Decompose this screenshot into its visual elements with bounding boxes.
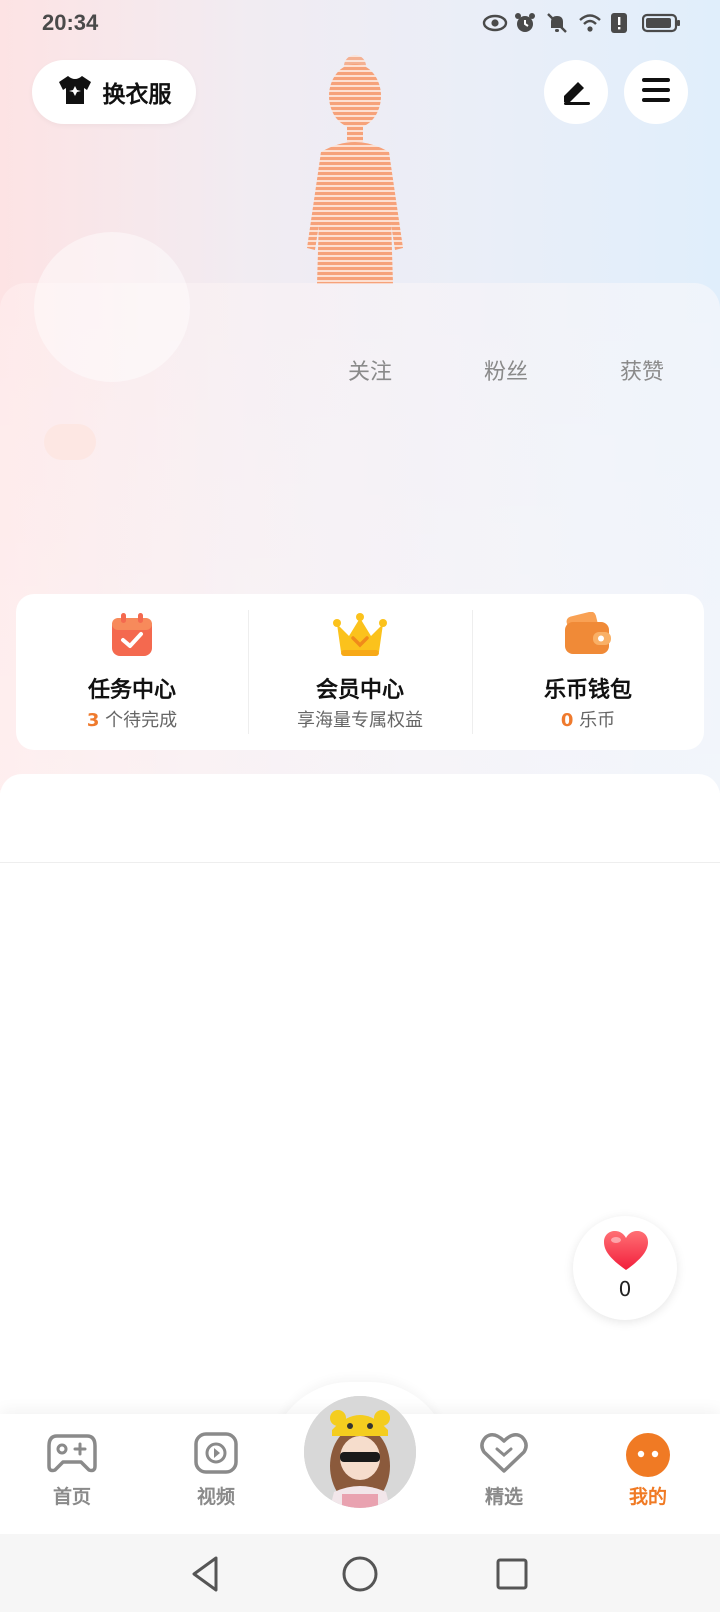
- like-button[interactable]: 0: [573, 1216, 677, 1320]
- wallet-item[interactable]: 乐币钱包 0 乐币: [472, 594, 704, 750]
- tshirt-icon: [57, 74, 93, 110]
- change-outfit-label: 换衣服: [102, 82, 172, 108]
- play-icon: [194, 1432, 238, 1478]
- task-center-title: 任务中心: [87, 678, 176, 703]
- stat-following[interactable]: 关注: [348, 354, 392, 386]
- vip-center-title: 会员中心: [315, 678, 404, 703]
- calendar-check-icon: [110, 612, 154, 662]
- task-center-item[interactable]: 任务中心 3 个待完成: [16, 594, 248, 750]
- tab-home[interactable]: 首页: [22, 1414, 122, 1534]
- alarm-icon: [514, 12, 538, 34]
- vip-center-item[interactable]: 会员中心 享海量专属权益: [248, 594, 472, 750]
- center-avatar-button[interactable]: [304, 1396, 416, 1508]
- mute-bell-icon: [546, 12, 570, 34]
- like-count: 0: [618, 1277, 632, 1301]
- coin-count: 0: [560, 710, 574, 731]
- tab-featured[interactable]: 精选: [454, 1414, 554, 1534]
- change-outfit-button[interactable]: 换衣服: [32, 60, 196, 124]
- content-divider: [0, 862, 720, 863]
- gamepad-icon: [47, 1432, 97, 1478]
- recents-icon[interactable]: [490, 1552, 534, 1596]
- wallet-title: 乐币钱包: [543, 678, 632, 703]
- coin-count-text: 乐币: [573, 710, 616, 731]
- vip-center-subtitle: 享海量专属权益: [297, 710, 423, 731]
- level-badge-placeholder: [44, 424, 96, 460]
- hamburger-icon: [640, 76, 672, 108]
- wifi-icon: [578, 12, 602, 34]
- face-icon: [625, 1432, 671, 1482]
- task-center-subtitle: 3 个待完成: [16, 706, 248, 732]
- alert-icon: [610, 12, 634, 34]
- quick-menu-card: 任务中心 3 个待完成 会员中心 享海量专属权益 乐币钱包 0 乐币: [16, 594, 704, 750]
- tab-featured-label: 精选: [484, 1486, 523, 1508]
- wallet-subtitle: 0 乐币: [472, 706, 704, 732]
- status-time: 20:34: [42, 10, 99, 35]
- tab-video-label: 视频: [196, 1486, 235, 1508]
- home-icon[interactable]: [338, 1552, 382, 1596]
- heart-icon: [603, 1230, 649, 1276]
- battery-icon: [641, 12, 682, 34]
- menu-button[interactable]: [624, 60, 688, 124]
- wallet-icon: [563, 611, 613, 660]
- avatar-hologram[interactable]: [285, 52, 425, 284]
- crown-icon: [333, 612, 387, 662]
- stat-fans[interactable]: 粉丝: [484, 354, 528, 386]
- task-count: 3: [86, 710, 100, 731]
- task-count-text: 个待完成: [99, 710, 178, 731]
- tab-video[interactable]: 视频: [166, 1414, 266, 1534]
- stat-likes[interactable]: 获赞: [620, 354, 664, 386]
- pen-icon: [560, 74, 592, 110]
- back-icon[interactable]: [184, 1552, 228, 1596]
- status-bar: 20:34: [0, 0, 720, 48]
- eye-icon: [482, 12, 508, 34]
- profile-avatar-placeholder[interactable]: [34, 232, 190, 382]
- tab-mine-label: 我的: [628, 1486, 667, 1508]
- tab-mine[interactable]: 我的: [598, 1414, 698, 1534]
- system-nav-bar: [0, 1534, 720, 1612]
- status-icons: [482, 12, 682, 34]
- edit-button[interactable]: [544, 60, 608, 124]
- heart-outline-icon: [480, 1432, 528, 1478]
- tab-home-label: 首页: [52, 1486, 91, 1508]
